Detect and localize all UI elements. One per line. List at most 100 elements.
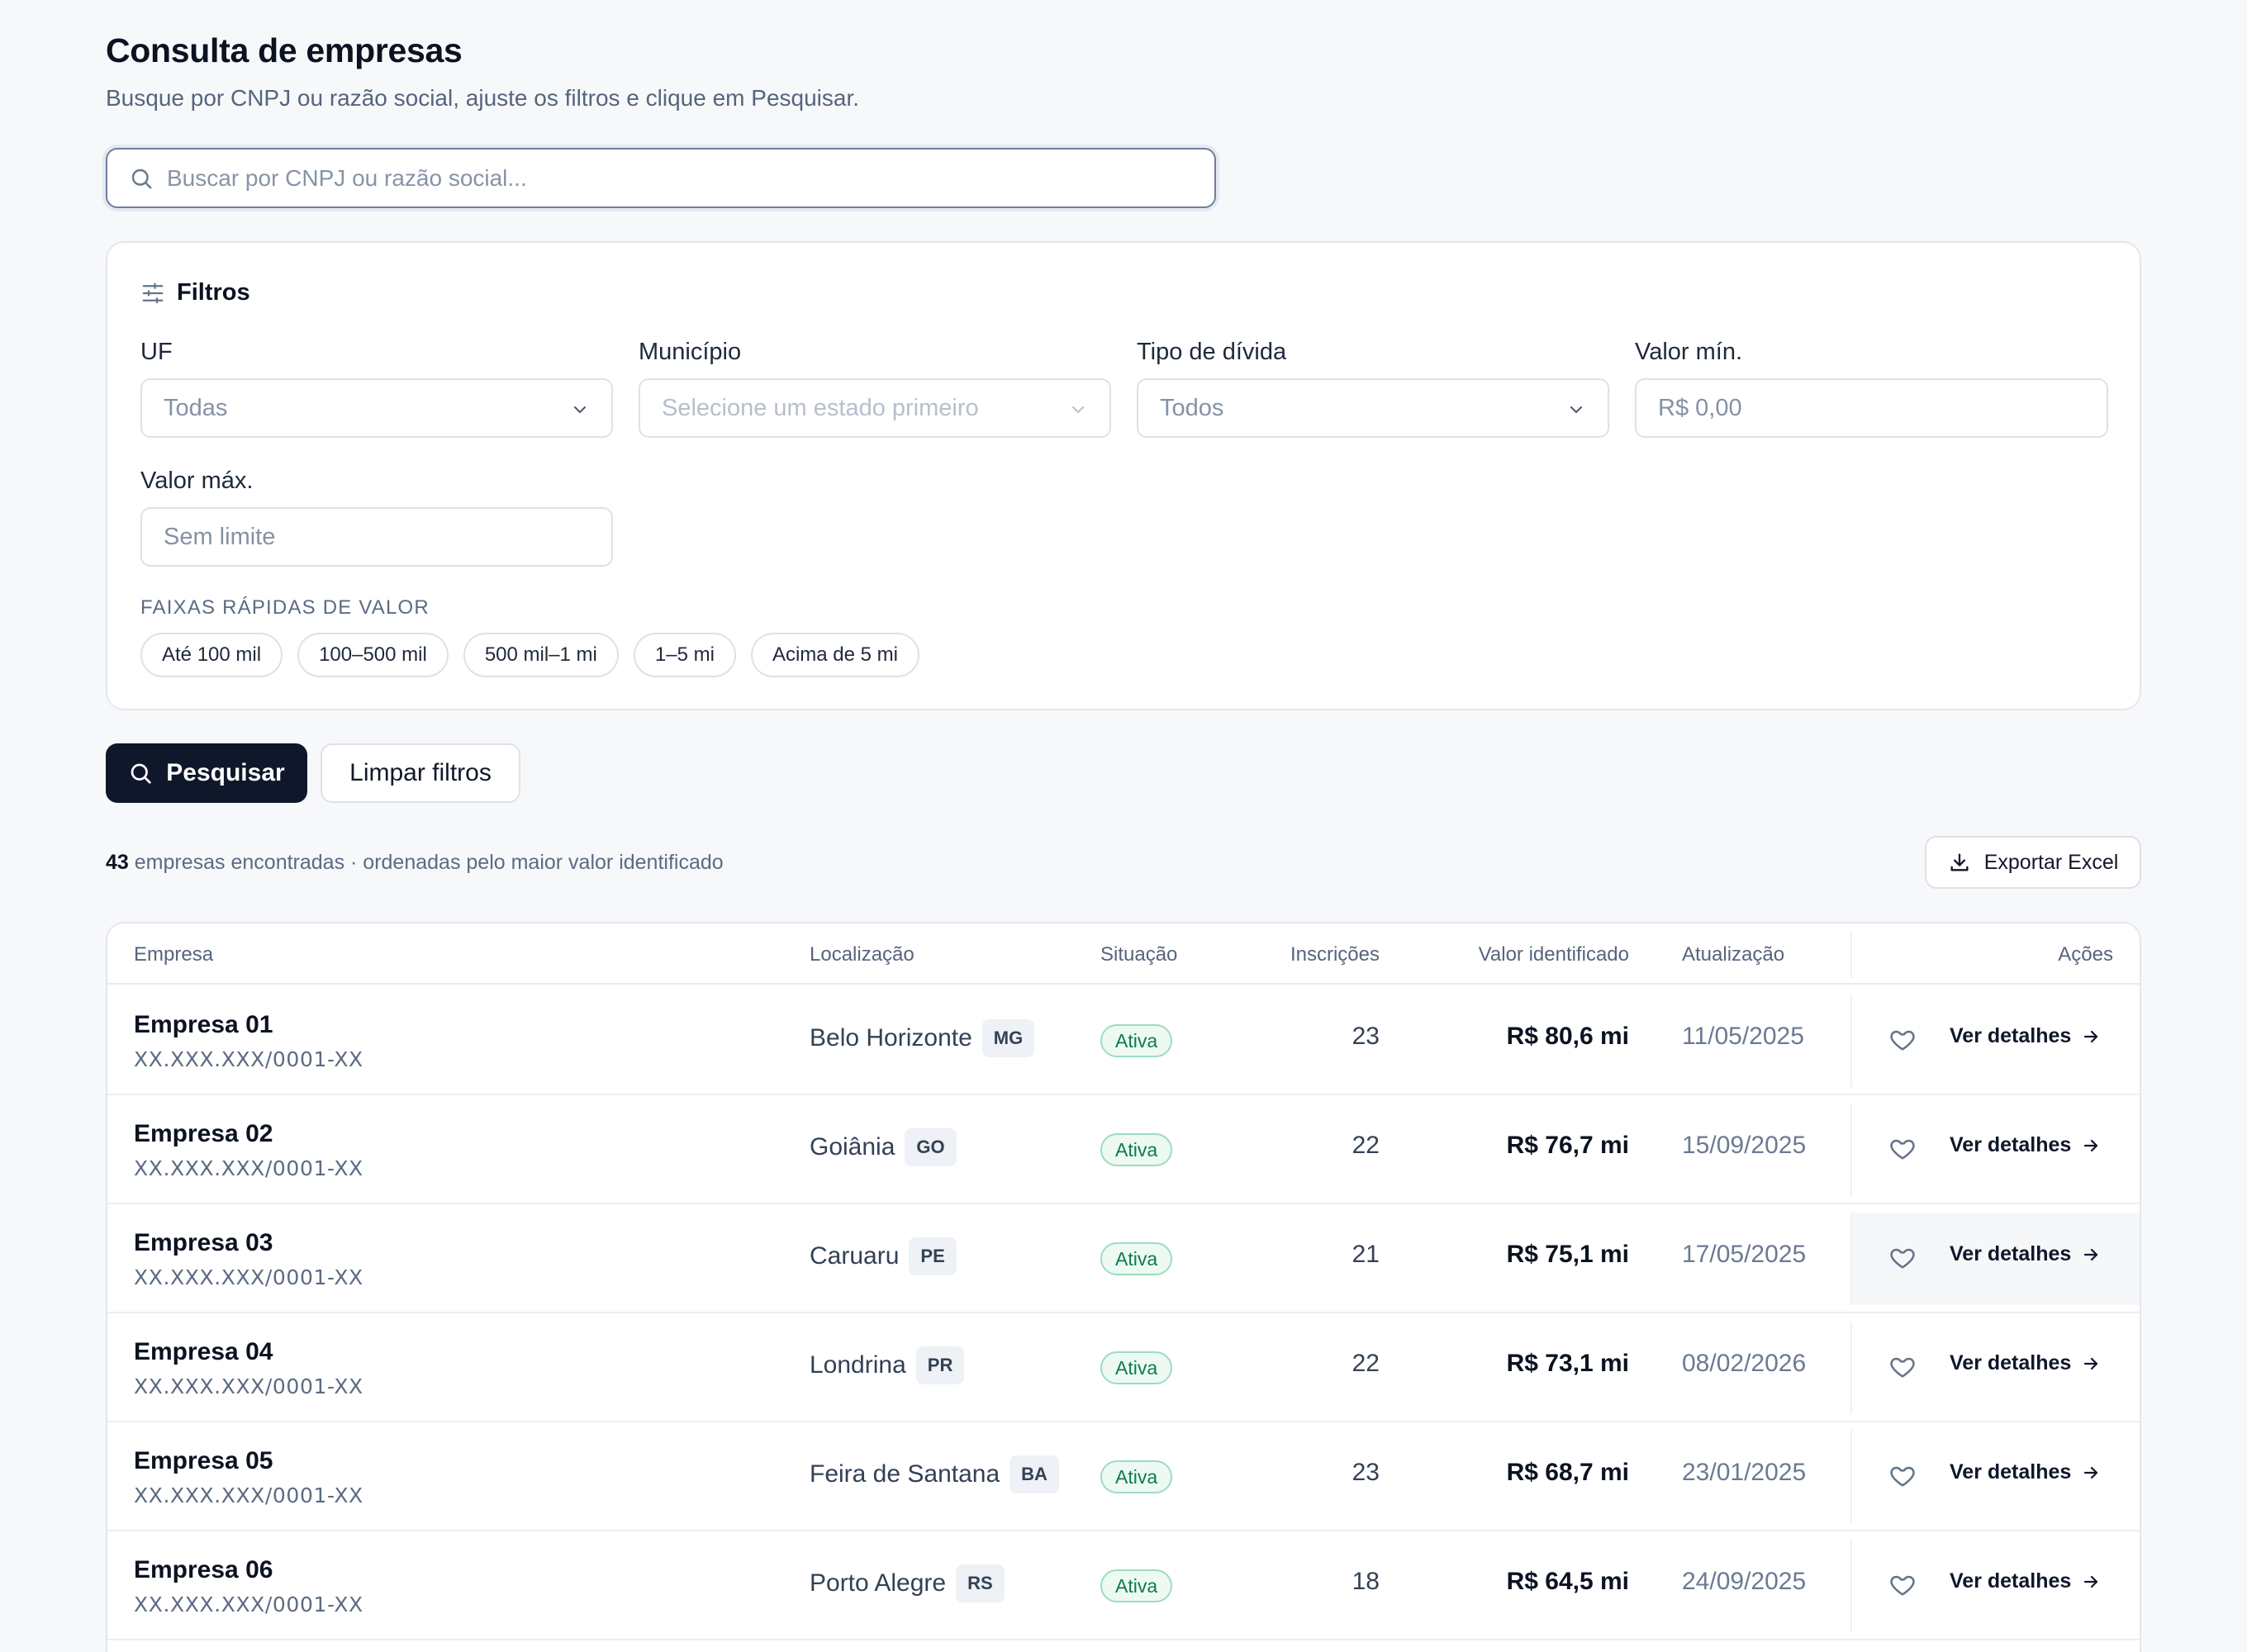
column-header-localizacao[interactable]: Localização	[810, 943, 914, 966]
quick-range-chip[interactable]: Acima de 5 mi	[750, 633, 919, 677]
table-row[interactable]: Empresa 05 XX.XXX.XXX/0001-XX Feira de S…	[107, 1422, 2140, 1531]
table-row[interactable]: Empresa 03 XX.XXX.XXX/0001-XX Caruaru PE…	[107, 1204, 2140, 1313]
company-name[interactable]: Empresa 06	[134, 1556, 273, 1584]
company-location: Belo Horizonte MG	[810, 1019, 1035, 1057]
table-row[interactable]: Empresa 01 XX.XXX.XXX/0001-XX Belo Horiz…	[107, 986, 2140, 1095]
update-date: 08/02/2026	[1682, 1350, 1807, 1377]
export-excel-label: Exportar Excel	[1983, 850, 2119, 874]
company-cnpj: XX.XXX.XXX/0001-XX	[134, 1483, 363, 1507]
valor-min-label: Valor mín.	[1635, 339, 1743, 365]
column-divider	[1850, 1213, 1852, 1305]
table-header: Empresa Localização Situação Inscrições …	[107, 923, 2140, 985]
inscricoes-count: 18	[1352, 1568, 1380, 1595]
status-badge: Ativa	[1100, 1133, 1173, 1166]
search-button-label: Pesquisar	[166, 759, 285, 786]
column-header-valor[interactable]: Valor identificado	[1479, 943, 1629, 966]
company-name[interactable]: Empresa 01	[134, 1011, 273, 1039]
company-name[interactable]: Empresa 03	[134, 1229, 273, 1257]
download-icon	[1950, 853, 1969, 871]
status-badge: Ativa	[1100, 1569, 1173, 1602]
table-row[interactable]: Empresa 04 XX.XXX.XXX/0001-XX Londrina P…	[107, 1313, 2140, 1422]
results-count: 43	[106, 851, 129, 874]
clear-filters-button[interactable]: Limpar filtros	[321, 743, 520, 803]
heart-icon[interactable]	[1888, 1244, 1917, 1272]
status-badge: Ativa	[1100, 1351, 1173, 1384]
clear-filters-label: Limpar filtros	[349, 759, 492, 786]
uf-badge: PR	[915, 1346, 965, 1384]
quick-range-chip[interactable]: 500 mil–1 mi	[463, 633, 619, 677]
column-divider	[1850, 1431, 1852, 1523]
search-input[interactable]	[167, 164, 1158, 192]
company-name[interactable]: Empresa 04	[134, 1338, 273, 1366]
column-divider	[1850, 932, 1852, 978]
status-badge: Ativa	[1100, 1460, 1173, 1493]
valor-min-input[interactable]: R$ 0,00	[1635, 378, 2108, 438]
valor-identificado: R$ 80,6 mi	[1506, 1023, 1629, 1050]
status-badge: Ativa	[1100, 1024, 1173, 1057]
quick-ranges-label: FAIXAS RÁPIDAS DE VALOR	[140, 596, 430, 619]
location-city: Londrina	[810, 1351, 906, 1379]
arrow-right-icon	[2084, 1248, 2098, 1260]
column-header-acoes: Ações	[2058, 943, 2113, 966]
view-details-link[interactable]: Ver detalhes	[1950, 1460, 2101, 1484]
column-header-situacao[interactable]: Situação	[1100, 943, 1177, 966]
company-name[interactable]: Empresa 05	[134, 1447, 273, 1475]
view-details-link[interactable]: Ver detalhes	[1950, 1024, 2101, 1048]
column-header-empresa[interactable]: Empresa	[134, 943, 213, 966]
company-name[interactable]: Empresa 02	[134, 1120, 273, 1148]
search-icon	[131, 169, 152, 188]
view-details-label: Ver detalhes	[1950, 1133, 2072, 1156]
company-cnpj: XX.XXX.XXX/0001-XX	[134, 1374, 363, 1398]
filters-header: Filtros	[140, 279, 250, 306]
search-icon	[131, 763, 151, 784]
column-divider	[1850, 1104, 1852, 1196]
location-city: Caruaru	[810, 1242, 900, 1270]
location-city: Porto Alegre	[810, 1569, 947, 1597]
table-row[interactable]: Empresa 02 XX.XXX.XXX/0001-XX Goiânia GO…	[107, 1095, 2140, 1204]
view-details-link[interactable]: Ver detalhes	[1950, 1569, 2101, 1593]
view-details-link[interactable]: Ver detalhes	[1950, 1351, 2101, 1375]
update-date: 17/05/2025	[1682, 1241, 1807, 1268]
valor-identificado: R$ 76,7 mi	[1506, 1132, 1629, 1159]
heart-icon[interactable]	[1888, 1135, 1917, 1163]
search-box[interactable]	[106, 148, 1216, 208]
heart-icon[interactable]	[1888, 1571, 1917, 1599]
column-header-inscricoes[interactable]: Inscrições	[1290, 943, 1380, 966]
heart-icon[interactable]	[1888, 1026, 1917, 1054]
uf-select-value: Todas	[164, 394, 228, 421]
column-divider	[1850, 1322, 1852, 1414]
heart-icon[interactable]	[1888, 1353, 1917, 1381]
uf-select[interactable]: Todas	[140, 378, 613, 438]
municipio-select[interactable]: Selecione um estado primeiro	[639, 378, 1111, 438]
status-badge: Ativa	[1100, 1242, 1173, 1275]
uf-badge: RS	[956, 1564, 1005, 1602]
inscricoes-count: 22	[1352, 1350, 1380, 1377]
view-details-label: Ver detalhes	[1950, 1242, 2072, 1265]
view-details-link[interactable]: Ver detalhes	[1950, 1242, 2101, 1266]
arrow-right-icon	[2084, 1466, 2098, 1479]
valor-max-placeholder: Sem limite	[164, 523, 276, 550]
export-excel-button[interactable]: Exportar Excel	[1925, 836, 2141, 889]
heart-icon[interactable]	[1888, 1462, 1917, 1490]
view-details-label: Ver detalhes	[1950, 1024, 2072, 1047]
company-cnpj: XX.XXX.XXX/0001-XX	[134, 1156, 363, 1180]
location-city: Goiânia	[810, 1133, 895, 1161]
search-button[interactable]: Pesquisar	[106, 743, 307, 803]
quick-range-chip[interactable]: Até 100 mil	[140, 633, 283, 677]
arrow-right-icon	[2084, 1139, 2098, 1151]
update-date: 24/09/2025	[1682, 1568, 1807, 1595]
uf-badge: GO	[905, 1128, 957, 1166]
results-table: Empresa Localização Situação Inscrições …	[106, 922, 2141, 1652]
chevron-down-icon	[1072, 406, 1084, 414]
company-location: Goiânia GO	[810, 1128, 957, 1166]
valor-identificado: R$ 75,1 mi	[1506, 1241, 1629, 1268]
column-divider	[1850, 995, 1852, 1087]
view-details-link[interactable]: Ver detalhes	[1950, 1133, 2101, 1157]
update-date: 15/09/2025	[1682, 1132, 1807, 1159]
quick-range-chip[interactable]: 1–5 mi	[633, 633, 736, 677]
tipo-divida-select[interactable]: Todos	[1137, 378, 1609, 438]
quick-range-chip[interactable]: 100–500 mil	[297, 633, 449, 677]
table-row[interactable]: Empresa 06 XX.XXX.XXX/0001-XX Porto Aleg…	[107, 1531, 2140, 1640]
valor-max-input[interactable]: Sem limite	[140, 507, 613, 567]
column-header-atualizacao[interactable]: Atualização	[1682, 943, 1784, 966]
